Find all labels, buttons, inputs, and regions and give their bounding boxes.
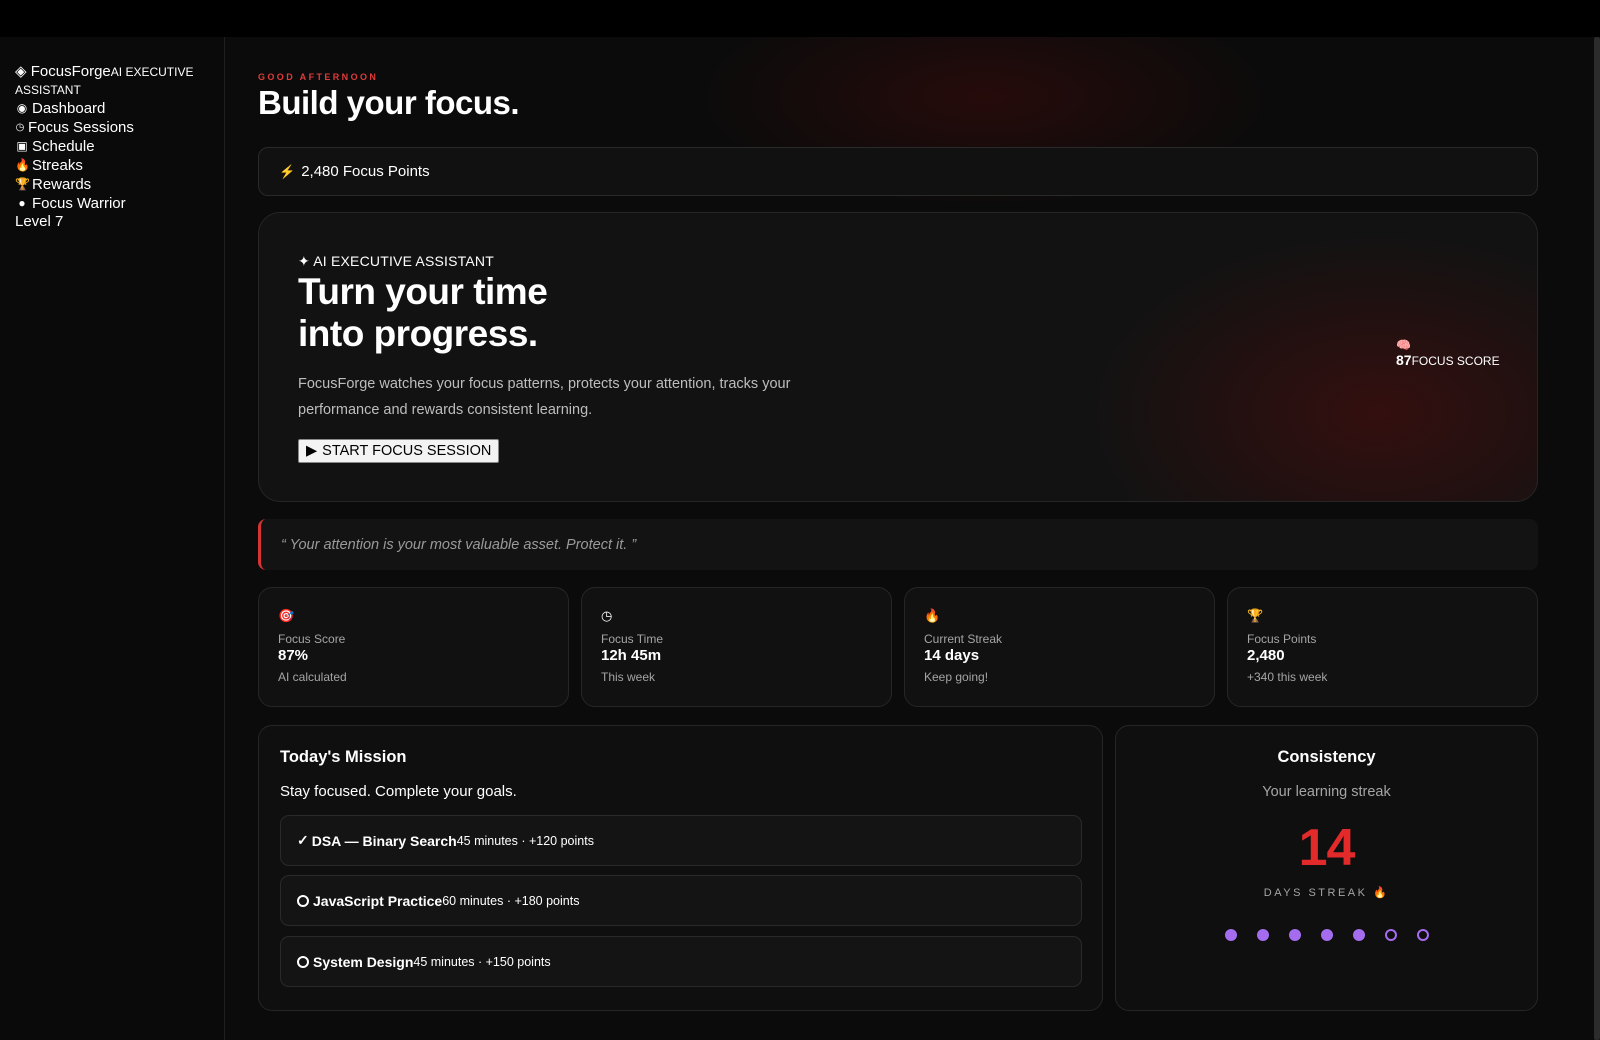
stat-sub: AI calculated [278, 670, 347, 684]
focus-score-label: FOCUS SCORE [1411, 354, 1500, 368]
stat-label: Current Streak [924, 632, 1003, 646]
streak-label: DAYS STREAK 🔥 [1263, 887, 1390, 899]
clock-icon: ◷ [601, 608, 613, 623]
points-bar: ⚡ 2,480 Focus Points [258, 147, 1538, 196]
streak-dot [1384, 929, 1397, 941]
task-item-dsa[interactable]: ✓ DSA — Binary Search 45 minutes · +120 p… [280, 815, 1082, 866]
profile-level: Level 7 [15, 213, 64, 230]
sidebar-item-label: Schedule [32, 138, 95, 155]
scrollbar[interactable] [1594, 37, 1600, 1040]
page-title: Build your focus. [258, 84, 520, 121]
task-item-javascript[interactable]: JavaScript Practice 60 minutes · +180 poi… [280, 875, 1082, 926]
stat-value: 2,480 [1247, 647, 1285, 664]
calendar-icon: ▣ [16, 139, 28, 153]
sidebar-item-focus-sessions[interactable]: ◷ Focus Sessions [15, 118, 209, 137]
consistency-subtitle: Your learning streak [1262, 784, 1391, 800]
hero-headline-line-2: into progress. [298, 313, 538, 354]
top-bar [0, 0, 1600, 37]
stat-value: 87% [278, 647, 309, 664]
circle-icon [297, 894, 309, 907]
task-name: DSA — Binary Search [311, 832, 457, 849]
sidebar-item-rewards[interactable]: 🏆 Rewards [15, 175, 209, 194]
hero-eyebrow: ✦ AI EXECUTIVE ASSISTANT [298, 253, 494, 269]
streak-dot [1288, 929, 1301, 941]
brand-name: FocusForge [30, 63, 111, 80]
avatar: ● [18, 196, 26, 210]
hero-headline-line-1: Turn your time [298, 271, 548, 312]
bolt-icon: ⚡ [279, 163, 296, 179]
streak-dot [1320, 929, 1333, 941]
hero-headline: Turn your time into progress. [298, 271, 548, 355]
fire-icon: 🔥 [924, 608, 941, 623]
sidebar: ◈ FocusForgeAI EXECUTIVE ASSISTANT ◉ Das… [0, 37, 225, 1040]
focus-score-value: 87 [1396, 352, 1412, 368]
trophy-icon: 🏆 [15, 177, 30, 191]
play-icon: ▶ [306, 443, 318, 459]
scrollbar-thumb[interactable] [1594, 37, 1600, 1040]
stat-value: 12h 45m [601, 647, 662, 664]
stat-sub: Keep going! [924, 670, 989, 684]
task-name: System Design [313, 953, 414, 970]
streak-dot [1224, 929, 1237, 941]
task-name: JavaScript Practice [313, 892, 443, 909]
stat-card-focus-time: ◷ Focus Time 12h 45m This week [581, 587, 892, 707]
sidebar-item-dashboard[interactable]: ◉ Dashboard [15, 99, 209, 118]
streak-dot [1256, 929, 1269, 941]
stat-sub: This week [601, 670, 656, 684]
streak-dot [1416, 929, 1429, 941]
sidebar-item-label: Rewards [32, 176, 92, 193]
task-meta: 60 minutes · +180 points [442, 893, 580, 908]
fire-icon: 🔥 [15, 158, 30, 172]
consistency-title: Consistency [1277, 748, 1376, 766]
check-icon: ✓ [297, 832, 309, 848]
sidebar-item-label: Dashboard [32, 100, 106, 117]
hero-card: ✦ AI EXECUTIVE ASSISTANT Turn your time … [258, 212, 1538, 502]
circle-icon [297, 955, 309, 968]
profile-name: Focus Warrior [32, 195, 126, 212]
sidebar-item-streaks[interactable]: 🔥 Streaks [15, 156, 209, 175]
mission-subtitle: Stay focused. Complete your goals. [280, 783, 517, 800]
diamond-icon: ◈ [15, 63, 27, 80]
start-focus-session-button[interactable]: ▶ START FOCUS SESSION [298, 439, 500, 463]
stat-label: Focus Points [1247, 632, 1317, 646]
trophy-icon: 🏆 [1247, 608, 1264, 623]
todays-mission-card: Today's Mission Stay focused. Complete y… [258, 725, 1103, 1011]
stat-card-current-streak: 🔥 Current Streak 14 days Keep going! [904, 587, 1215, 707]
mission-title: Today's Mission [280, 748, 407, 766]
consistency-card: Consistency Your learning streak 14 DAYS… [1115, 725, 1538, 1011]
brand[interactable]: ◈ FocusForgeAI EXECUTIVE ASSISTANT [15, 63, 209, 99]
stat-card-focus-score: 🎯 Focus Score 87% AI calculated [258, 587, 569, 707]
clock-icon: ◷ [15, 122, 25, 133]
quote: “ Your attention is your most valuable a… [258, 519, 1538, 570]
profile[interactable]: ● Focus Warrior [15, 194, 209, 213]
stat-card-focus-points: 🏆 Focus Points 2,480 +340 this week [1227, 587, 1538, 707]
main-content: GOOD AFTERNOON Build your focus. ⚡ 2,480… [225, 37, 1600, 1040]
streak-dot [1352, 929, 1365, 941]
stat-sub: +340 this week [1247, 670, 1328, 684]
cta-label: START FOCUS SESSION [322, 443, 492, 459]
brain-icon: 🧠 [1396, 338, 1411, 352]
dashboard-icon: ◉ [16, 101, 28, 115]
sidebar-item-label: Focus Sessions [28, 119, 134, 136]
streak-dots [1116, 929, 1537, 941]
focus-score-widget: 🧠 87FOCUS SCORE [1396, 338, 1500, 370]
sidebar-item-schedule[interactable]: ▣ Schedule [15, 137, 209, 156]
stat-value: 14 days [924, 647, 980, 664]
task-meta: 45 minutes · +120 points [456, 833, 594, 848]
stats-row: 🎯 Focus Score 87% AI calculated ◷ Focus … [258, 587, 1538, 707]
task-item-system-design[interactable]: System Design 45 minutes · +150 points [280, 936, 1082, 987]
hero-description: FocusForge watches your focus patterns, … [298, 376, 791, 418]
greeting: GOOD AFTERNOON [258, 72, 379, 82]
points-text: 2,480 Focus Points [301, 163, 430, 180]
task-meta: 45 minutes · +150 points [413, 954, 551, 969]
target-icon: 🎯 [278, 608, 295, 623]
stat-label: Focus Score [278, 632, 346, 646]
stat-label: Focus Time [601, 632, 664, 646]
streak-count: 14 [1298, 819, 1356, 877]
sidebar-item-label: Streaks [32, 157, 83, 174]
